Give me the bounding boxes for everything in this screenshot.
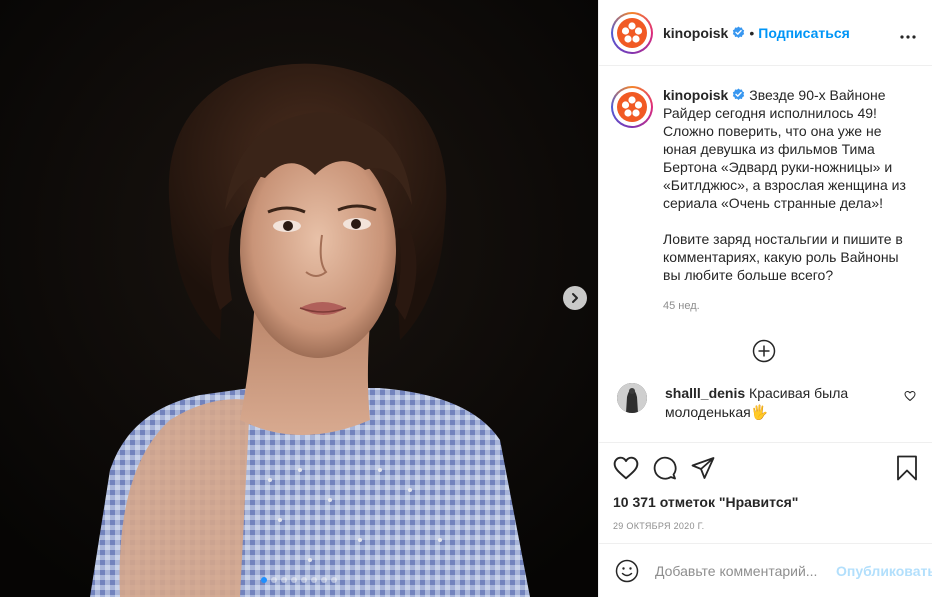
carousel-dot (291, 577, 297, 583)
caption-username[interactable]: kinopoisk (663, 87, 728, 103)
more-options-button[interactable] (900, 24, 916, 42)
kinopoisk-logo-icon (617, 17, 647, 48)
carousel-dot (271, 577, 277, 583)
post-media[interactable] (0, 0, 598, 597)
carousel-dot (261, 577, 267, 583)
add-comment-bar: Опубликовать (599, 543, 932, 597)
verified-badge-icon (733, 26, 745, 38)
more-horizontal-icon (900, 34, 916, 39)
plus-circle-icon (752, 339, 775, 363)
save-button[interactable] (896, 455, 918, 481)
caption: kinopoisk Звезде 90-х Вайноне Райдер сег… (611, 86, 916, 315)
carousel-indicator (0, 577, 598, 583)
carousel-dot (331, 577, 337, 583)
caption-avatar[interactable] (611, 86, 653, 128)
heart-outline-icon (904, 391, 916, 401)
like-button[interactable] (613, 456, 639, 480)
smiley-face-icon (615, 559, 639, 582)
share-button[interactable] (691, 456, 715, 480)
caption-text: Звезде 90-х Вайноне Райдер сегодня испол… (663, 87, 906, 283)
kinopoisk-logo-icon (617, 92, 647, 122)
comment-bubble-icon (653, 456, 677, 480)
comment-avatar[interactable] (617, 383, 647, 413)
comment-like-button[interactable] (904, 389, 916, 407)
post-side-panel: kinopoisk • Подписаться kinopoisk Звезде… (598, 0, 932, 597)
carousel-dot (301, 577, 307, 583)
chevron-right-icon (572, 293, 578, 303)
header-separator: • (749, 24, 755, 41)
likes-count[interactable]: 10 371 отметок "Нравится" (613, 494, 918, 510)
caption-body: kinopoisk Звезде 90-х Вайноне Райдер сег… (663, 86, 916, 315)
emoji-button[interactable] (615, 559, 639, 583)
account-avatar[interactable] (611, 11, 653, 54)
verified-badge-icon (733, 88, 745, 100)
comments-section: kinopoisk Звезде 90-х Вайноне Райдер сег… (599, 66, 932, 442)
publish-button[interactable]: Опубликовать (836, 563, 932, 579)
heart-outline-icon (613, 456, 639, 480)
carousel-next-button[interactable] (563, 286, 587, 310)
header-username[interactable]: kinopoisk (663, 25, 728, 41)
comment-input[interactable] (655, 562, 836, 579)
post-photo (0, 0, 598, 597)
carousel-dot (281, 577, 287, 583)
send-paper-plane-icon (691, 457, 715, 479)
user-photo-icon (617, 383, 647, 413)
bookmark-outline-icon (897, 455, 917, 481)
post-actions: 10 371 отметок "Нравится" 29 октября 202… (599, 442, 932, 543)
follow-button[interactable]: Подписаться (758, 25, 850, 41)
comment-button[interactable] (653, 456, 677, 480)
comment-username[interactable]: shalll_denis (665, 385, 745, 401)
caption-time[interactable]: 45 нед. (663, 297, 916, 315)
instagram-post: kinopoisk • Подписаться kinopoisk Звезде… (0, 0, 932, 597)
post-date[interactable]: 29 октября 2020 г. (613, 521, 918, 543)
comment-item: shalll_denis Красивая была молоденькая🖐 (611, 381, 916, 422)
load-more-comments-button[interactable] (611, 339, 916, 363)
carousel-dot (311, 577, 317, 583)
carousel-dot (321, 577, 327, 583)
post-header: kinopoisk • Подписаться (599, 0, 932, 66)
